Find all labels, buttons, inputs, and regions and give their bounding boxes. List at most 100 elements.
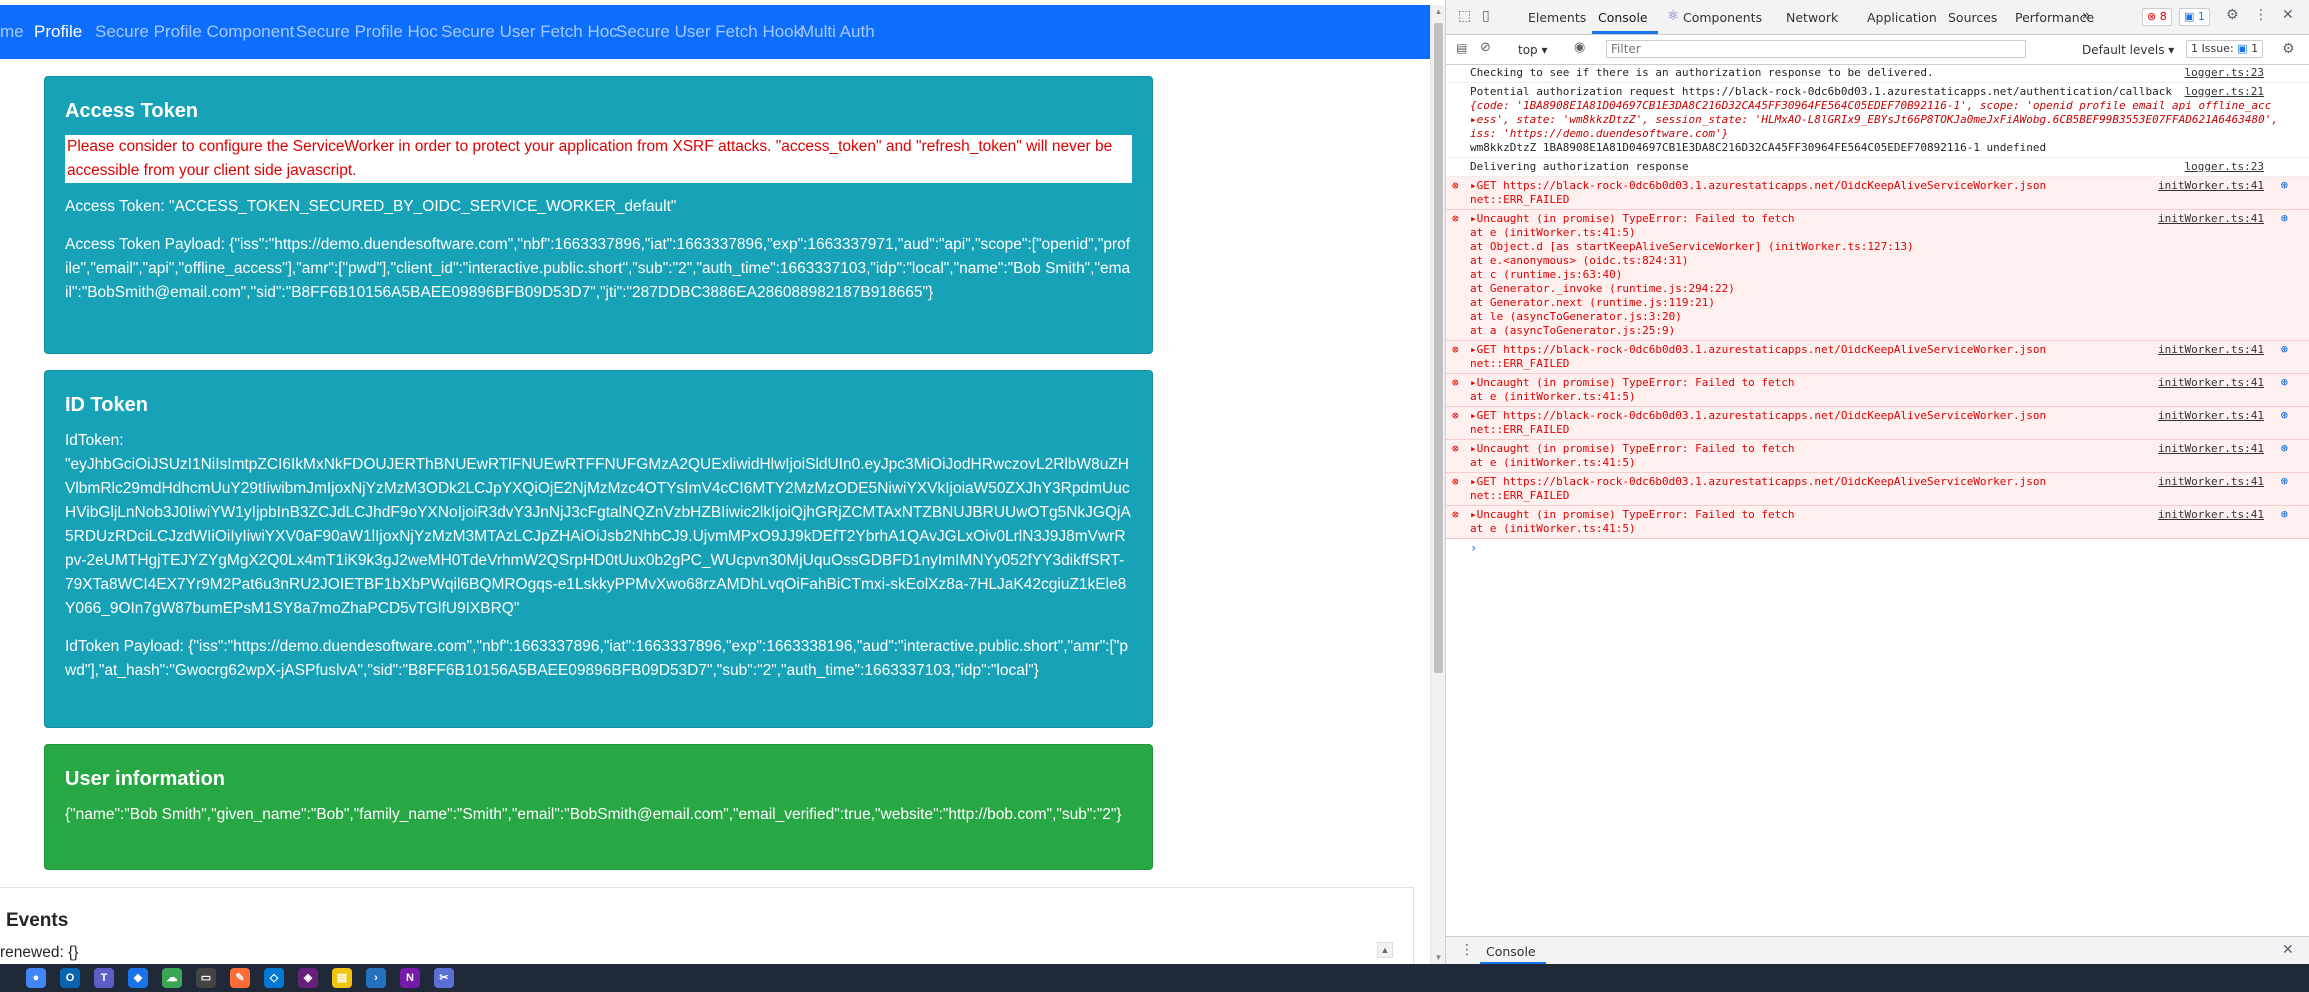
terminal-icon[interactable]: ▭ <box>196 968 216 988</box>
console-source-link[interactable]: logger.ts:23 <box>2185 66 2264 80</box>
postman-icon[interactable]: ✎ <box>230 968 250 988</box>
console-error-message[interactable]: ⊗ ⊛ ▸Uncaught (in promise) TypeError: Fail… <box>1446 374 2309 407</box>
id-token-card: ID Token IdToken: "eyJhbGciOiJSUzI1NiIsI… <box>44 370 1153 728</box>
close-drawer-icon[interactable]: ✕ <box>2282 942 2294 958</box>
drawer-menu-icon[interactable]: ⋮ <box>1460 942 1474 958</box>
console-error-message[interactable]: ⊗ ⊛ ▸Uncaught (in promise) TypeError: Fail… <box>1446 506 2309 539</box>
tab-elements[interactable]: Elements <box>1528 10 1586 25</box>
console-output[interactable]: Checking to see if there is an authoriza… <box>1446 64 2309 936</box>
react-components-icon: ⚛ <box>1667 8 1680 24</box>
file-explorer-icon[interactable]: ▤ <box>332 968 352 988</box>
console-error-message[interactable]: ⊗ ⊛ ▸GET https://black-rock-0dc6b0d03.1.az… <box>1446 407 2309 440</box>
console-message-text: ▸Uncaught (in promise) TypeError: Failed… <box>1470 376 1795 389</box>
console-source-link[interactable]: initWorker.ts:41 <box>2158 376 2264 390</box>
message-icon: ▣ <box>2184 10 2195 23</box>
console-error-message[interactable]: ⊗ ⊛ ▸Uncaught (in promise) TypeError: Fail… <box>1446 440 2309 473</box>
tab-sources[interactable]: Sources <box>1948 10 1997 25</box>
device-toolbar-icon[interactable]: ▯ <box>1482 8 1490 24</box>
maps-icon[interactable]: ◆ <box>128 968 148 988</box>
events-scroll-up-icon[interactable]: ▲ <box>1377 942 1393 958</box>
nav-link-profile[interactable]: Profile <box>34 22 82 42</box>
console-source-link[interactable]: logger.ts:21 <box>2185 85 2264 99</box>
live-expression-eye-icon[interactable]: ◉ <box>1574 40 1585 55</box>
chrome-icon[interactable]: ● <box>26 968 46 988</box>
inspect-element-icon[interactable]: ⬚ <box>1458 8 1471 24</box>
onenote-icon[interactable]: N <box>400 968 420 988</box>
issues-badge[interactable]: 1 Issue: ▣ 1 <box>2186 40 2264 58</box>
sidebar-toggle-icon[interactable]: ▤ <box>1456 41 1467 55</box>
navbar: me Profile Secure Profile Component Secu… <box>0 5 1430 59</box>
error-icon: ⊗ <box>1452 409 1459 422</box>
teams-icon[interactable]: T <box>94 968 114 988</box>
console-source-link[interactable]: initWorker.ts:41 <box>2158 212 2264 226</box>
message-context-icon[interactable]: ⊛ <box>2281 178 2288 192</box>
tab-network[interactable]: Network <box>1786 10 1838 25</box>
nav-link-multi-auth[interactable]: Multi Auth <box>800 22 875 42</box>
error-count: 8 <box>2159 10 2167 23</box>
scroll-up-arrow-icon[interactable]: ▲ <box>1431 7 1446 16</box>
nav-link-secure-user-fetch-hook[interactable]: Secure User Fetch Hook <box>616 22 802 42</box>
access-token-title: Access Token <box>65 100 199 122</box>
nav-link-secure-user-fetch-hoc[interactable]: Secure User Fetch Hoc <box>441 22 618 42</box>
id-token-value: "eyJhbGciOiJSUzI1NiIsImtpZCI6IkMxNkFDOUJ… <box>65 456 1131 617</box>
message-context-icon[interactable]: ⊛ <box>2281 375 2288 389</box>
drawer-tab-console[interactable]: Console <box>1486 944 1536 959</box>
vscode-icon[interactable]: ◇ <box>264 968 284 988</box>
message-context-icon[interactable]: ⊛ <box>2281 211 2288 225</box>
console-settings-gear-icon[interactable]: ⚙ <box>2282 41 2295 57</box>
error-icon: ⊗ <box>1452 442 1459 455</box>
visual-studio-icon[interactable]: ◈ <box>298 968 318 988</box>
cloud-app-icon[interactable]: ☁ <box>162 968 182 988</box>
console-message-detail: at e (initWorker.ts:41:5) <box>1470 226 1636 239</box>
id-token-payload: IdToken Payload: {"iss":"https://demo.du… <box>65 638 1128 679</box>
console-source-link[interactable]: initWorker.ts:41 <box>2158 442 2264 456</box>
tab-components[interactable]: Components <box>1683 10 1762 25</box>
console-error-message[interactable]: ⊗ ⊛ ▸GET https://black-rock-0dc6b0d03.1.az… <box>1446 341 2309 374</box>
message-context-icon[interactable]: ⊛ <box>2281 408 2288 422</box>
nav-link-home[interactable]: me <box>0 22 24 42</box>
nav-link-secure-profile-component[interactable]: Secure Profile Component <box>95 22 294 42</box>
console-source-link[interactable]: logger.ts:23 <box>2185 160 2264 174</box>
console-source-link[interactable]: initWorker.ts:41 <box>2158 409 2264 423</box>
message-context-icon[interactable]: ⊛ <box>2281 441 2288 455</box>
tab-application[interactable]: Application <box>1867 10 1937 25</box>
nav-link-secure-profile-hoc[interactable]: Secure Profile Hoc <box>296 22 438 42</box>
id-token-label: IdToken: <box>65 432 124 449</box>
console-source-link[interactable]: initWorker.ts:41 <box>2158 475 2264 489</box>
close-devtools-icon[interactable]: ✕ <box>2282 7 2294 23</box>
snipping-tool-icon[interactable]: ✂ <box>434 968 454 988</box>
console-error-message[interactable]: ⊗ ⊛ ▸GET https://black-rock-0dc6b0d03.1.az… <box>1446 473 2309 506</box>
log-levels-dropdown[interactable]: Default levels ▾ <box>2082 43 2174 57</box>
context-selector[interactable]: top ▾ <box>1518 43 1548 57</box>
settings-gear-icon[interactable]: ⚙ <box>2226 7 2239 23</box>
console-prompt[interactable]: › <box>1446 539 2309 557</box>
devtools-tabbar: ⬚ ▯ Elements Console ⚛ Components Networ… <box>1446 0 2309 35</box>
outlook-icon[interactable]: O <box>60 968 80 988</box>
error-count-badge[interactable]: ⊗ 8 <box>2142 8 2172 26</box>
context-selector-value: top <box>1518 43 1538 57</box>
console-log-message[interactable]: Delivering authorization response logger.… <box>1446 158 2309 177</box>
app-scrollbar[interactable]: ▲ ▼ <box>1430 5 1446 964</box>
powershell-icon[interactable]: › <box>366 968 386 988</box>
message-context-icon[interactable]: ⊛ <box>2281 474 2288 488</box>
more-options-icon[interactable]: ⋮ <box>2254 7 2268 23</box>
access-token-payload: Access Token Payload: {"iss":"https://de… <box>65 236 1131 301</box>
more-tabs-icon[interactable]: » <box>2082 8 2091 24</box>
console-source-link[interactable]: initWorker.ts:41 <box>2158 508 2264 522</box>
message-context-icon[interactable]: ⊛ <box>2281 342 2288 356</box>
message-count-badge[interactable]: ▣ 1 <box>2179 8 2210 26</box>
console-message-detail: at le (asyncToGenerator.js:3:20) <box>1470 310 1682 323</box>
clear-console-icon[interactable]: ⊘ <box>1480 40 1491 55</box>
devtools-panel: ⬚ ▯ Elements Console ⚛ Components Networ… <box>1445 0 2309 965</box>
console-error-message[interactable]: ⊗ ⊛ ▸Uncaught (in promise) TypeError: Fail… <box>1446 210 2309 341</box>
scrollbar-thumb[interactable] <box>1434 23 1443 673</box>
console-source-link[interactable]: initWorker.ts:41 <box>2158 343 2264 357</box>
message-context-icon[interactable]: ⊛ <box>2281 507 2288 521</box>
console-log-message[interactable]: Potential authorization request https://… <box>1446 83 2309 158</box>
console-error-message[interactable]: ⊗ ⊛ ▸GET https://black-rock-0dc6b0d03.1.az… <box>1446 177 2309 210</box>
scroll-down-arrow-icon[interactable]: ▼ <box>1431 953 1446 962</box>
console-log-message[interactable]: Checking to see if there is an authoriza… <box>1446 64 2309 83</box>
console-source-link[interactable]: initWorker.ts:41 <box>2158 179 2264 193</box>
tab-console[interactable]: Console <box>1598 10 1648 25</box>
console-filter-input[interactable] <box>1606 40 2026 58</box>
